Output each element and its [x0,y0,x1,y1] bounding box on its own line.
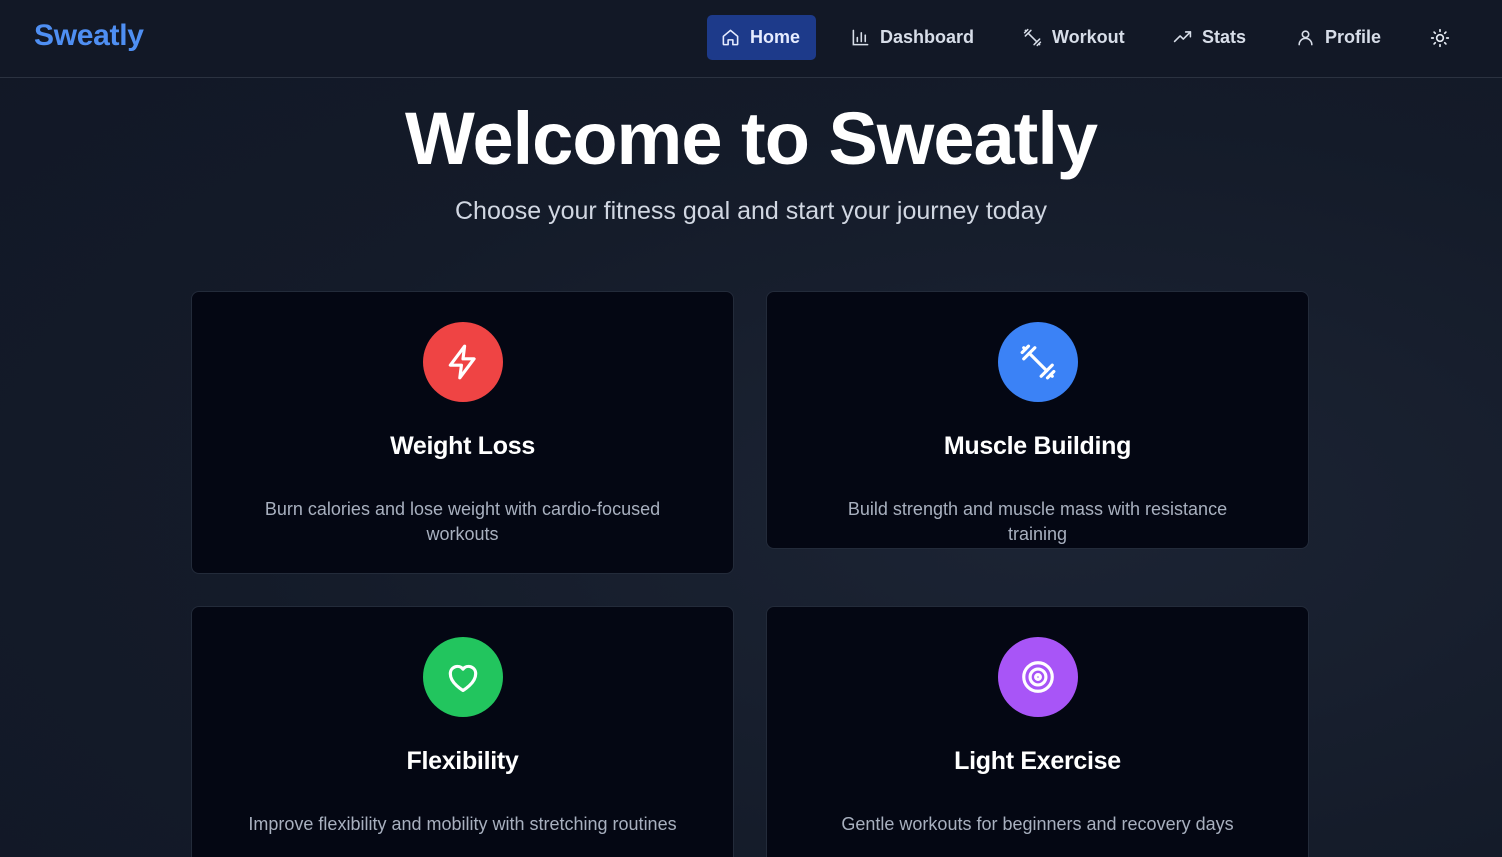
trending-up-icon [1173,31,1192,43]
nav-label-stats: Stats [1202,27,1247,47]
nav-item-dashboard[interactable]: Dashboard [837,15,988,60]
nav-item-profile[interactable]: Profile [1282,15,1395,60]
goal-card-muscle-building[interactable]: Muscle Building Build strength and muscl… [766,291,1309,549]
goal-title: Flexibility [406,747,519,775]
heart-icon [448,664,478,693]
goal-title: Weight Loss [390,432,535,460]
page-subtitle: Choose your fitness goal and start your … [454,197,1047,225]
goal-description: Gentle workouts for beginners and recove… [841,814,1234,834]
sun-icon [1430,28,1450,48]
goal-icon-badge [998,637,1078,717]
nav-label-profile: Profile [1325,27,1382,47]
goal-title: Muscle Building [943,432,1132,460]
nav-item-home[interactable]: Home [707,15,816,60]
dumbbell-icon [1020,344,1056,380]
bar-chart-icon [852,29,869,46]
navbar: Sweatly Home Dashboard Workout Stats Pro… [0,0,1502,78]
nav-label-workout: Workout [1052,27,1125,47]
goal-icon-badge [423,322,503,402]
lightning-icon [448,344,476,380]
page-title: Welcome to Sweatly [404,97,1098,180]
goal-icon-badge [998,322,1078,402]
goal-card-weight-loss[interactable]: Weight Loss Burn calories and lose weigh… [191,291,734,574]
goal-icon-badge [423,637,503,717]
nav-item-stats[interactable]: Stats [1159,15,1260,60]
goal-description: Improve flexibility and mobility with st… [248,814,677,834]
user-icon [1298,30,1313,46]
goal-card-light-exercise[interactable]: Light Exercise Gentle workouts for begin… [766,606,1309,857]
goal-title: Light Exercise [954,747,1121,775]
theme-toggle-button[interactable] [1426,24,1454,52]
goal-card-flexibility[interactable]: Flexibility Improve flexibility and mobi… [191,606,734,857]
nav-item-workout[interactable]: Workout [1009,15,1139,60]
nav-label-dashboard: Dashboard [880,27,975,47]
brand-logo[interactable]: Sweatly [34,19,144,53]
dumbbell-icon [1023,28,1042,47]
target-icon [1022,661,1054,693]
home-icon [722,29,739,46]
nav-label-home: Home [750,27,801,47]
goal-description: Build strength and muscle mass with resi… [847,499,1228,544]
goal-description: Burn calories and lose weight with cardi… [264,499,661,544]
